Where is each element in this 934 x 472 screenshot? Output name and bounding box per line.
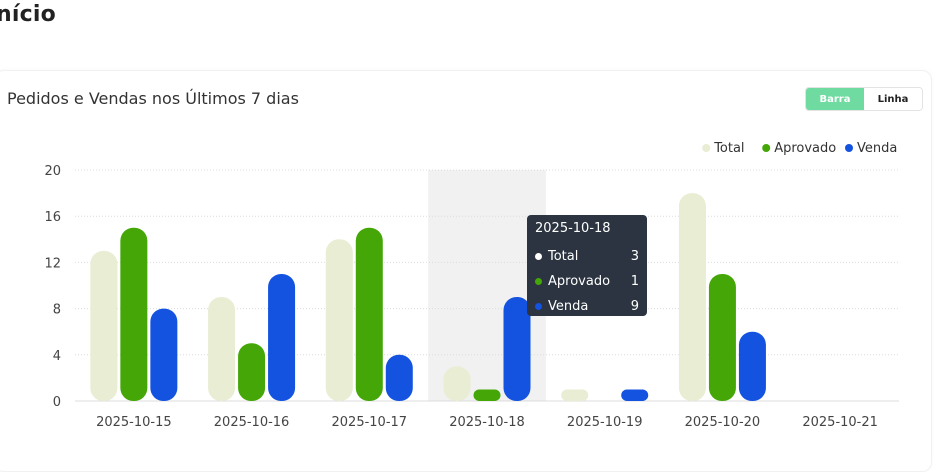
bar-venda — [385, 354, 413, 401]
tooltip-label: Venda — [548, 299, 589, 314]
x-tick-label: 2025-10-20 — [685, 415, 761, 430]
tooltip-dot-aprovado — [535, 278, 542, 285]
x-tick-label: 2025-10-19 — [567, 415, 643, 430]
y-tick-label: 16 — [44, 210, 61, 225]
bar-aprovado — [708, 273, 736, 401]
y-tick-label: 4 — [53, 349, 61, 364]
x-tick-label: 2025-10-21 — [802, 415, 878, 430]
legend-label-venda: Venda — [857, 141, 897, 156]
legend-dot-total — [702, 144, 711, 152]
bar-chart: 0 4 8 12 16 20 2025-10-15 2025-10-16 2025-10-17 2… — [44, 141, 899, 430]
tooltip-dot-venda — [535, 303, 542, 310]
bar-total — [678, 193, 706, 401]
tooltip-row-venda: Venda 9 — [535, 294, 639, 319]
tooltip-title: 2025-10-18 — [535, 221, 611, 236]
bar-aprovado — [120, 227, 148, 401]
legend-dot-aprovado — [762, 144, 771, 152]
tooltip-value: 1 — [630, 274, 639, 289]
y-tick-label: 20 — [44, 164, 61, 179]
tooltip-label: Total — [548, 249, 579, 264]
bar-total — [90, 250, 118, 401]
tooltip-value: 9 — [630, 299, 639, 314]
bar-venda — [738, 331, 766, 401]
legend-label-aprovado: Aprovado — [774, 141, 836, 156]
bar-total — [325, 239, 353, 401]
bar-total — [208, 297, 236, 401]
bar-venda — [150, 308, 178, 401]
bar-aprovado — [473, 389, 501, 401]
bar-venda — [621, 389, 649, 401]
y-tick-label: 12 — [44, 256, 61, 271]
x-tick-label: 2025-10-17 — [332, 415, 408, 430]
x-tick-label: 2025-10-18 — [449, 415, 525, 430]
tooltip-row-total: Total 3 — [535, 244, 639, 269]
bar-total — [561, 389, 589, 401]
tooltip-label: Aprovado — [548, 274, 611, 289]
x-tick-label: 2025-10-16 — [214, 415, 290, 430]
tooltip-dot-total — [535, 253, 542, 260]
bar-aprovado — [238, 343, 266, 401]
bar-venda — [268, 273, 296, 401]
bar-aprovado — [355, 227, 383, 401]
x-tick-label: 2025-10-15 — [96, 415, 172, 430]
bar-total — [443, 366, 471, 401]
tooltip-value: 3 — [630, 249, 639, 264]
y-tick-label: 0 — [53, 395, 61, 410]
legend-dot-venda — [845, 144, 853, 152]
y-tick-label: 8 — [53, 303, 61, 318]
legend-label-total: Total — [713, 141, 744, 156]
tooltip-row-aprovado: Aprovado 1 — [535, 269, 639, 294]
chart-tooltip: 2025-10-18 Total 3 Aprovado 1 Venda 9 — [527, 215, 647, 316]
